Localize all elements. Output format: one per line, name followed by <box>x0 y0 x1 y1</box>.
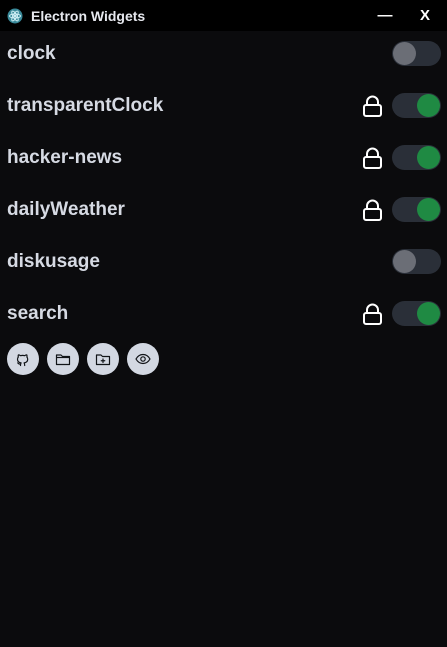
close-button[interactable]: X <box>405 7 445 24</box>
widget-toggle[interactable] <box>392 41 441 66</box>
eye-icon <box>135 351 151 367</box>
new-widget-button[interactable] <box>87 343 119 375</box>
widget-row: search <box>0 288 447 340</box>
widget-toggle[interactable] <box>392 249 441 274</box>
toggle-visibility-button[interactable] <box>127 343 159 375</box>
folder-icon <box>55 351 71 367</box>
widget-list: clock transparentClock hacker-news dailyWea… <box>0 28 447 340</box>
widget-name: clock <box>7 43 56 64</box>
widget-toggle[interactable] <box>392 197 441 222</box>
toggle-knob <box>417 302 440 325</box>
lock-icon[interactable] <box>362 147 383 169</box>
widget-row: clock <box>0 28 447 80</box>
widget-name: dailyWeather <box>7 199 125 220</box>
widget-toggle[interactable] <box>392 145 441 170</box>
electron-atom-icon <box>7 8 23 24</box>
app-window: Electron Widgets — X clock transparentClo… <box>0 0 447 647</box>
widget-row: transparentClock <box>0 80 447 132</box>
action-bar <box>7 343 159 375</box>
toggle-knob <box>417 94 440 117</box>
minimize-button[interactable]: — <box>365 7 405 24</box>
lock-icon[interactable] <box>362 95 383 117</box>
lock-icon[interactable] <box>362 303 383 325</box>
widget-name: hacker-news <box>7 147 123 168</box>
widget-name: diskusage <box>7 251 100 272</box>
widget-row: hacker-news <box>0 132 447 184</box>
widget-toggle[interactable] <box>392 93 441 118</box>
open-folder-button[interactable] <box>47 343 79 375</box>
toggle-knob <box>417 198 440 221</box>
window-controls: — X <box>365 0 447 31</box>
window-title: Electron Widgets <box>31 7 146 24</box>
toggle-knob <box>417 146 440 169</box>
widget-row: diskusage <box>0 236 447 288</box>
title-bar[interactable]: Electron Widgets — X <box>0 0 447 31</box>
lock-icon[interactable] <box>362 199 383 221</box>
toggle-knob <box>393 42 416 65</box>
widget-row: dailyWeather <box>0 184 447 236</box>
folder-plus-icon <box>95 351 111 367</box>
toggle-knob <box>393 250 416 273</box>
widget-name: search <box>7 303 69 324</box>
github-button[interactable] <box>7 343 39 375</box>
widget-name: transparentClock <box>7 95 164 116</box>
widget-toggle[interactable] <box>392 301 441 326</box>
github-icon <box>15 351 31 367</box>
